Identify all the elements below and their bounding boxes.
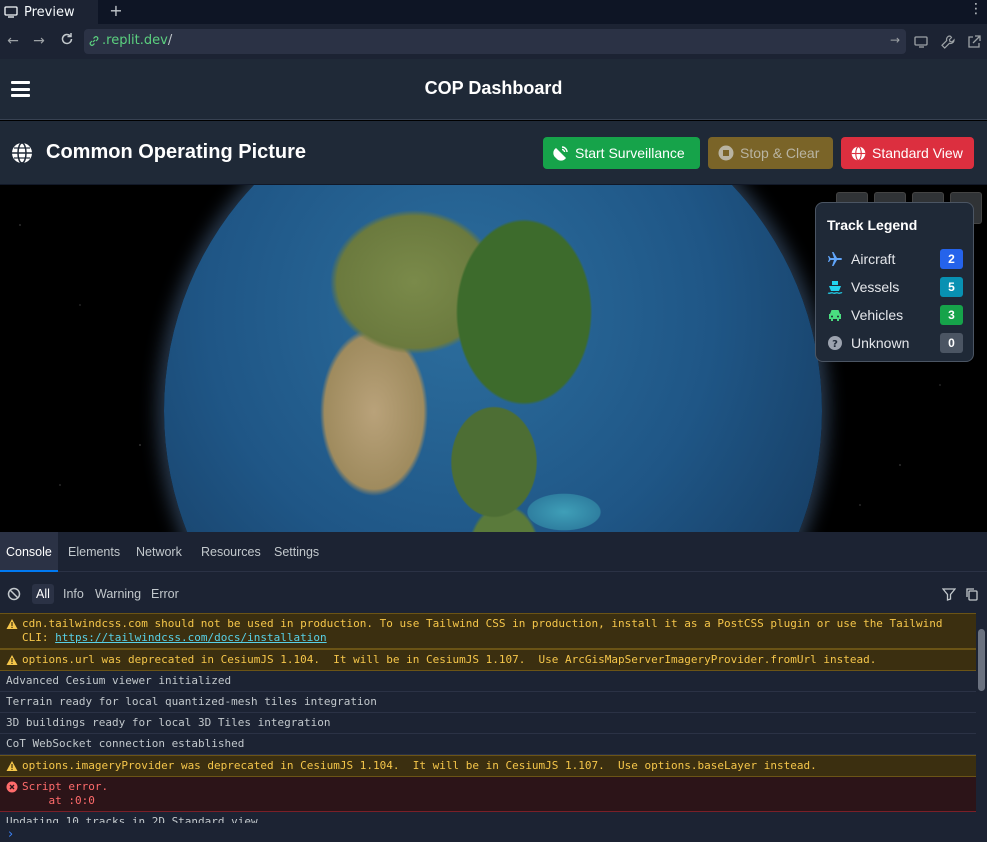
legend-row-aircraft: Aircraft 2 — [827, 249, 963, 269]
plane-icon — [828, 252, 842, 266]
log-entry: Updating 10 tracks in 2D Standard view — [0, 812, 976, 823]
console-prompt-icon[interactable]: › — [8, 827, 13, 842]
log-error: Script error. at :0:0 — [0, 777, 976, 812]
stop-clear-button[interactable]: Stop & Clear — [708, 137, 833, 169]
console-filter-bar: All Info Warning Error — [0, 573, 987, 613]
filter-icon[interactable] — [942, 587, 956, 601]
tab-settings[interactable]: Settings — [274, 532, 319, 572]
log-warning: options.imageryProvider was deprecated i… — [0, 755, 976, 777]
vessels-count-badge: 5 — [940, 277, 963, 297]
copy-icon[interactable] — [965, 587, 979, 601]
nav-title: COP Dashboard — [424, 78, 563, 98]
vehicles-count-badge: 3 — [940, 305, 963, 325]
forward-icon[interactable]: → — [30, 32, 48, 50]
log-entry: 3D buildings ready for local 3D Tiles in… — [0, 713, 976, 734]
standard-view-button[interactable]: Standard View — [841, 137, 974, 169]
log-warning: cdn.tailwindcss.com should not be used i… — [0, 613, 976, 649]
browser-chrome: Preview + ⋮ ← → .replit.dev/ → — [0, 0, 987, 59]
svg-text:?: ? — [832, 339, 838, 350]
car-icon — [829, 310, 841, 321]
top-nav: COP Dashboard — [0, 59, 987, 120]
filter-warning[interactable]: Warning — [91, 584, 145, 604]
aircraft-count-badge: 2 — [940, 249, 963, 269]
question-icon: ? — [828, 336, 842, 350]
ship-icon — [827, 281, 843, 294]
new-tab-button[interactable]: + — [106, 2, 126, 22]
legend-row-vessels: Vessels 5 — [827, 277, 963, 297]
tab-elements[interactable]: Elements — [68, 532, 120, 572]
devtools-panel: Console Elements Network Resources Setti… — [0, 532, 987, 842]
warning-icon — [6, 618, 18, 634]
link-icon — [89, 36, 99, 46]
app-viewport: COP Dashboard Common Operating Picture S… — [0, 59, 987, 532]
tab-bar: Preview + ⋮ — [0, 0, 987, 24]
error-icon — [6, 781, 18, 797]
url-text: .replit.dev/ — [102, 33, 173, 48]
tab-resources[interactable]: Resources — [201, 532, 261, 572]
filter-error[interactable]: Error — [147, 584, 183, 604]
url-field[interactable]: .replit.dev/ → — [84, 29, 906, 54]
stop-circle-icon — [718, 145, 734, 161]
address-toolbar: ← → .replit.dev/ → — [0, 24, 987, 59]
start-surveillance-button[interactable]: Start Surveillance — [543, 137, 700, 169]
unknown-count-badge: 0 — [940, 333, 963, 353]
docs-link[interactable]: https://tailwindcss.com/docs/installatio… — [55, 631, 327, 644]
log-entry: CoT WebSocket connection established — [0, 734, 976, 755]
legend-row-vehicles: Vehicles 3 — [827, 305, 963, 325]
wrench-icon[interactable] — [940, 34, 956, 50]
filter-info[interactable]: Info — [59, 584, 88, 604]
tab-label: Preview — [24, 4, 75, 20]
earth-globe[interactable] — [164, 185, 822, 532]
tab-network[interactable]: Network — [136, 532, 182, 572]
warning-icon — [6, 760, 18, 776]
tab-console[interactable]: Console — [0, 532, 58, 572]
log-entry: Terrain ready for local quantized-mesh t… — [0, 692, 976, 713]
page-header: Common Operating Picture Start Surveilla… — [0, 121, 987, 185]
satellite-dish-icon — [553, 146, 568, 161]
clear-console-icon[interactable] — [7, 587, 21, 601]
monitor-icon — [4, 6, 18, 18]
reload-icon[interactable] — [58, 32, 76, 50]
devtools-tabs: Console Elements Network Resources Setti… — [0, 532, 987, 572]
filter-all[interactable]: All — [32, 584, 54, 604]
globe-viewer[interactable]: Track Legend Aircraft 2 Vessels 5 Vehicl… — [0, 185, 987, 532]
globe-icon — [12, 142, 32, 164]
go-arrow-icon[interactable]: → — [890, 33, 900, 47]
back-icon[interactable]: ← — [4, 32, 22, 50]
more-menu-icon[interactable]: ⋮ — [969, 0, 983, 20]
devices-icon[interactable] — [914, 34, 930, 50]
scrollbar-thumb[interactable] — [978, 629, 985, 691]
console-scrollbar[interactable] — [976, 613, 987, 823]
legend-title: Track Legend — [827, 217, 918, 233]
console-log-list: cdn.tailwindcss.com should not be used i… — [0, 613, 976, 823]
log-warning: options.url was deprecated in CesiumJS 1… — [0, 649, 976, 671]
log-entry: Advanced Cesium viewer initialized — [0, 671, 976, 692]
track-legend: Track Legend Aircraft 2 Vessels 5 Vehicl… — [815, 202, 974, 362]
page-title: Common Operating Picture — [46, 141, 307, 163]
external-link-icon[interactable] — [966, 34, 982, 50]
globe-icon — [851, 145, 866, 161]
tab-preview[interactable]: Preview — [0, 0, 98, 24]
warning-icon — [6, 654, 18, 670]
legend-row-unknown: ? Unknown 0 — [827, 333, 963, 353]
